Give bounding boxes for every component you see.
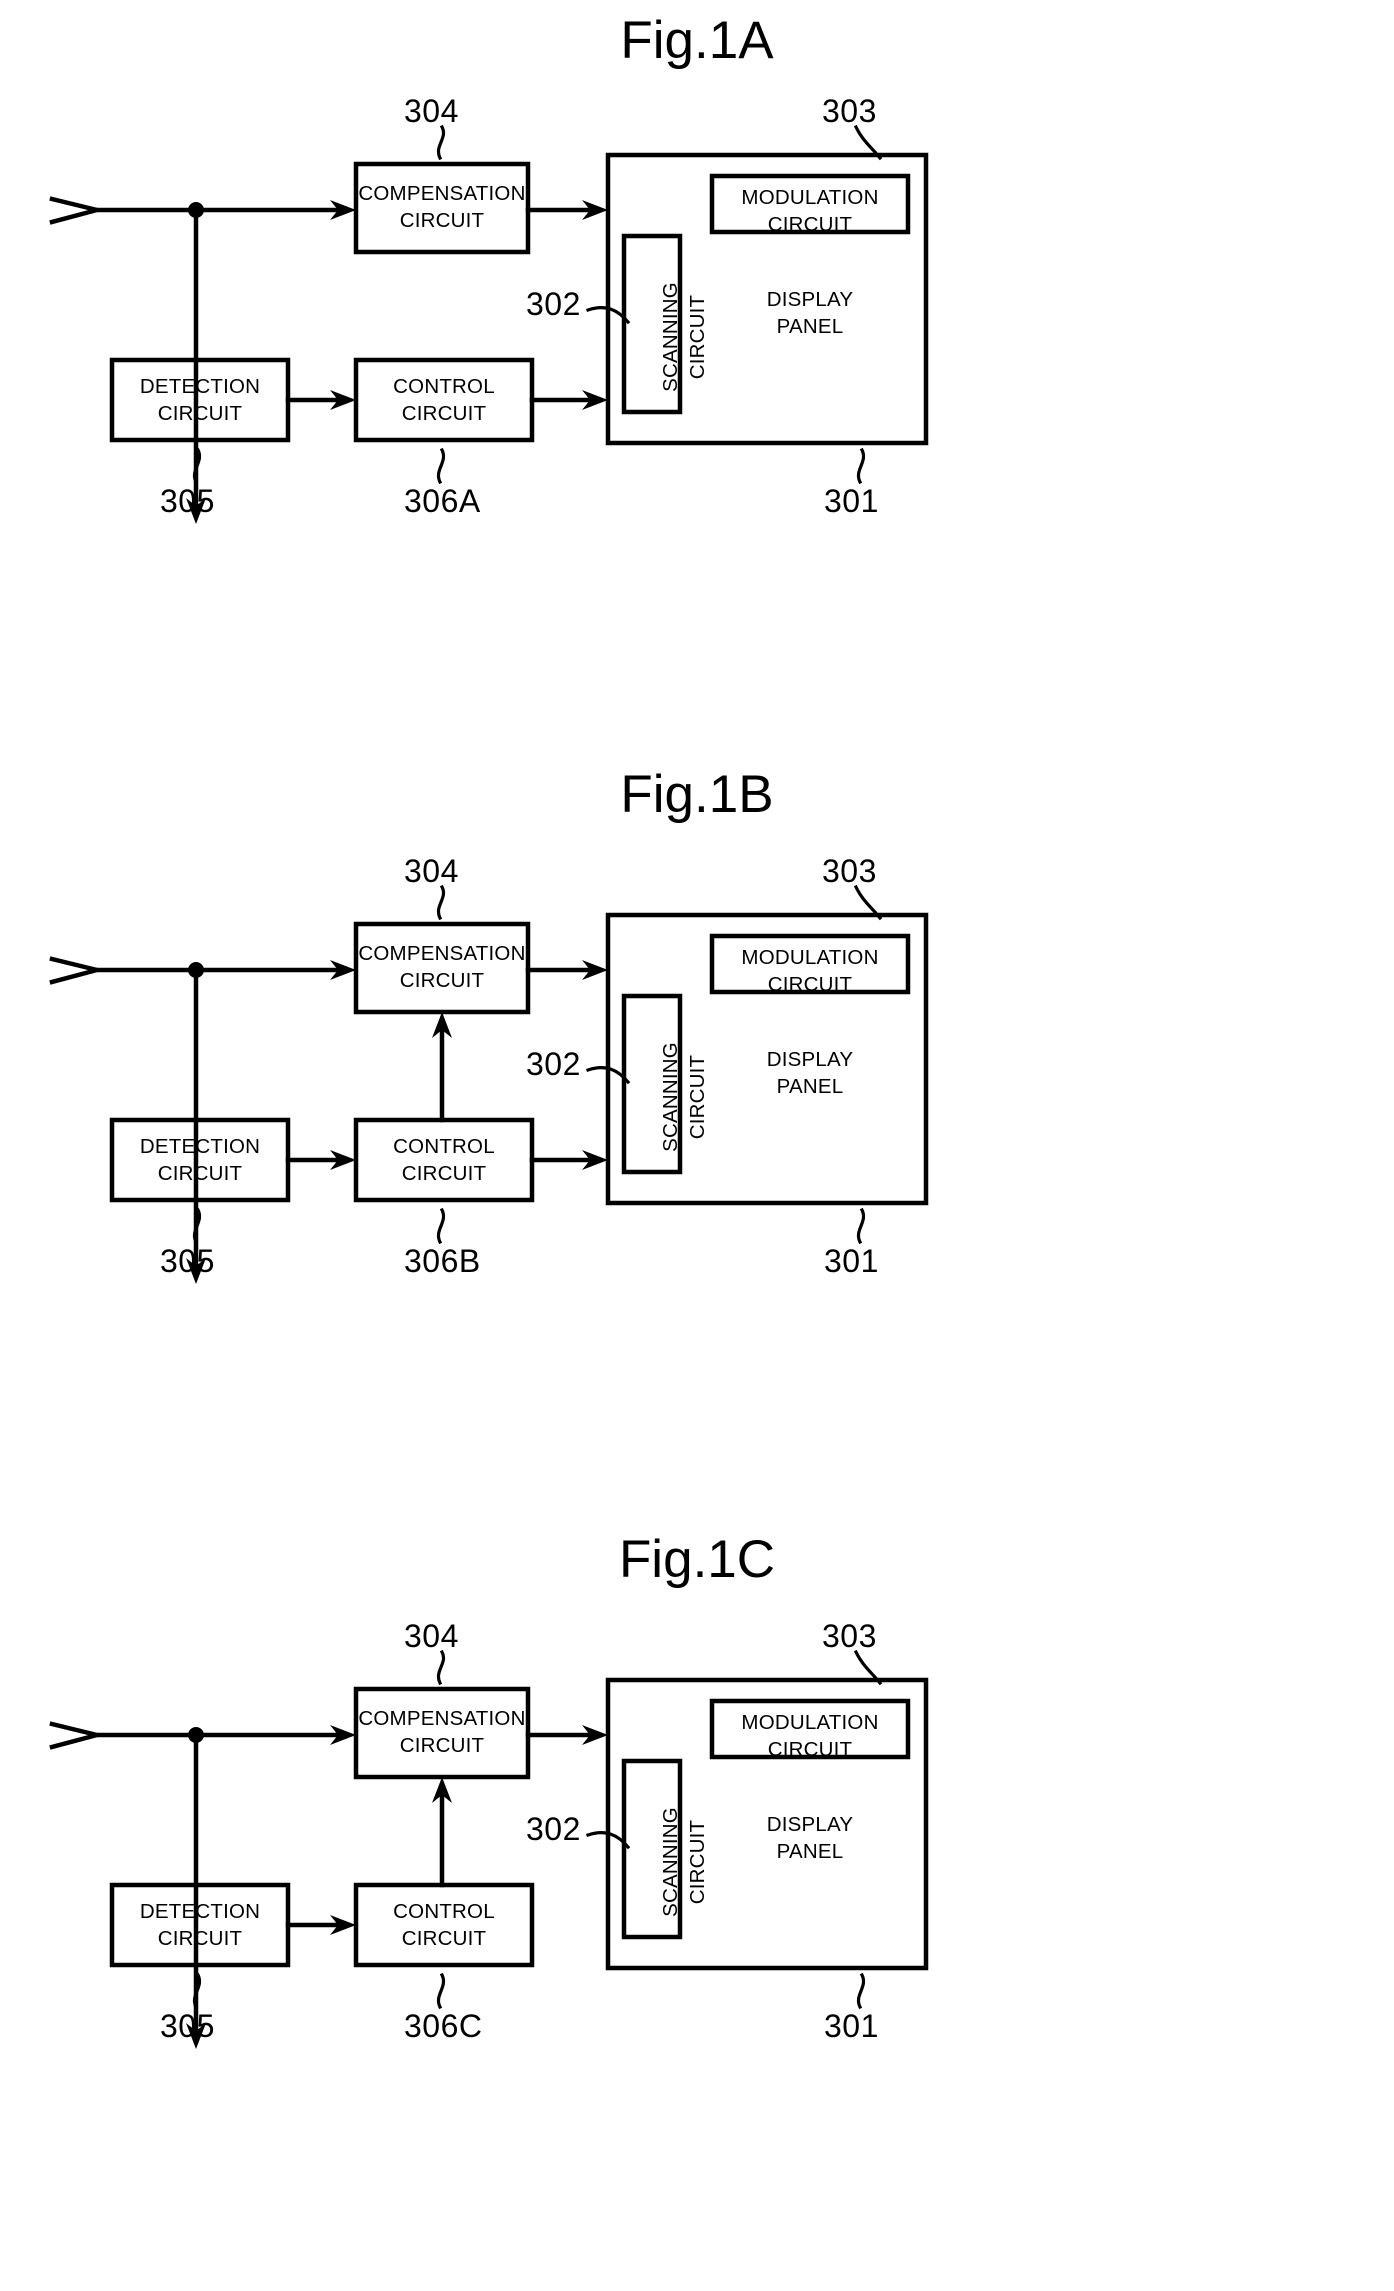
figure-1a-svg bbox=[49, 124, 929, 524]
ref-301: 301 bbox=[824, 1243, 879, 1279]
figure-1b: Fig.1B COMPENSATION CIRCUIT MODULATION C… bbox=[0, 760, 1394, 1525]
ref-303: 303 bbox=[822, 93, 877, 129]
ref-302: 302 bbox=[526, 286, 581, 322]
ref-305: 305 bbox=[160, 1243, 215, 1279]
ref-301: 301 bbox=[824, 483, 879, 519]
figure-1a-diagram bbox=[0, 0, 1394, 760]
junction-dot bbox=[188, 202, 204, 218]
ref-306c: 306C bbox=[404, 2008, 483, 2044]
input-chevron-icon bbox=[49, 956, 98, 985]
ref-306b: 306B bbox=[404, 1243, 481, 1279]
ref-305: 305 bbox=[160, 483, 215, 519]
figure-1b-diagram bbox=[0, 760, 1394, 1525]
figure-1c-diagram bbox=[0, 1525, 1394, 2291]
ref-304: 304 bbox=[404, 853, 459, 889]
figure-1c: Fig.1C COMPENSATION CIRCUIT MODULATION C… bbox=[0, 1525, 1394, 2291]
input-chevron-icon bbox=[49, 196, 98, 225]
ref-302: 302 bbox=[526, 1811, 581, 1847]
ref-304: 304 bbox=[404, 1618, 459, 1654]
figure-1c-svg bbox=[49, 1649, 929, 2049]
ref-304: 304 bbox=[404, 93, 459, 129]
ref-306a: 306A bbox=[404, 483, 481, 519]
figure-1a: Fig.1A COMPENSATION CIRCUIT MODULATION C… bbox=[0, 0, 1394, 760]
ref-303: 303 bbox=[822, 1618, 877, 1654]
ref-305: 305 bbox=[160, 2008, 215, 2044]
ref-303: 303 bbox=[822, 853, 877, 889]
input-chevron-icon bbox=[49, 1721, 98, 1750]
junction-dot bbox=[188, 1727, 204, 1743]
junction-dot bbox=[188, 962, 204, 978]
figure-1b-svg bbox=[49, 884, 929, 1284]
ref-301: 301 bbox=[824, 2008, 879, 2044]
ref-302: 302 bbox=[526, 1046, 581, 1082]
